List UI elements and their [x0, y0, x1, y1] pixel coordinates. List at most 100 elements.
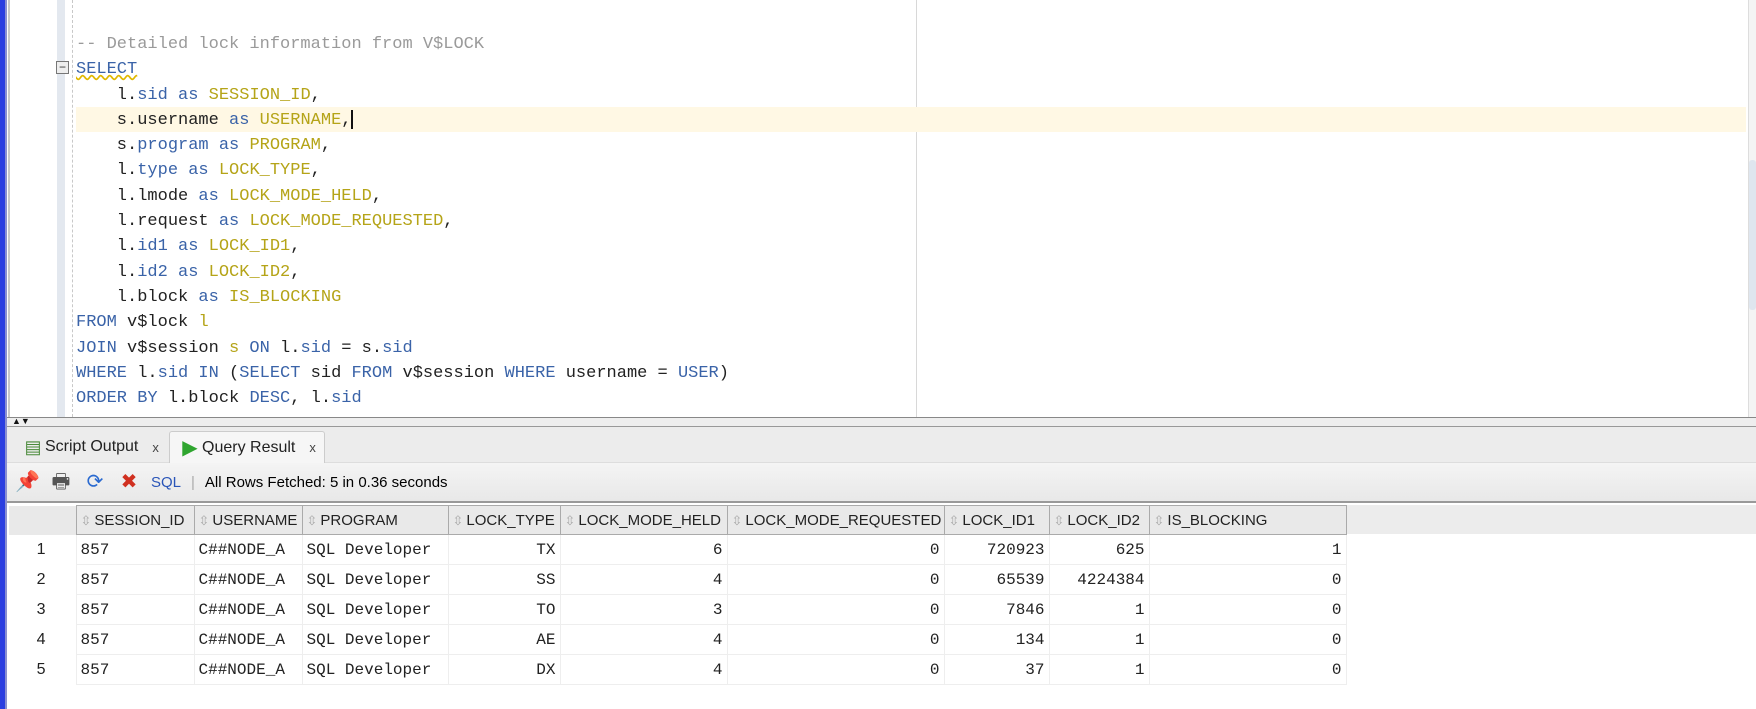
table-cell[interactable]: 65539 — [943, 564, 1050, 595]
row-number[interactable]: 3 — [9, 595, 76, 625]
clear-icon[interactable]: ✖ — [117, 470, 141, 494]
table-cell[interactable]: SQL Developer — [301, 564, 449, 595]
column-header-lock-type[interactable]: ⇳ LOCK_TYPE — [447, 505, 561, 535]
tab-script-output[interactable]: ▤ Script Output x — [13, 431, 167, 463]
column-header-username[interactable]: ⇳ USERNAME — [193, 505, 303, 535]
code-line[interactable]: l.lmode as LOCK_MODE_HELD, — [76, 184, 729, 209]
table-cell[interactable]: DX — [447, 654, 561, 685]
column-header-program[interactable]: ⇳ PROGRAM — [301, 505, 449, 535]
table-row[interactable]: 3 857 C##NODE_A SQL Developer TO 3 0 7846 1 0 — [9, 594, 1347, 625]
table-cell[interactable]: 3 — [559, 594, 728, 625]
code-line[interactable]: JOIN v$session s ON l.sid = s.sid — [76, 336, 729, 361]
code-line[interactable]: l.request as LOCK_MODE_REQUESTED, — [76, 209, 729, 234]
close-tab-icon[interactable]: x — [152, 440, 159, 455]
code-line[interactable]: l.sid as SESSION_ID, — [76, 83, 729, 108]
code-line[interactable]: s.username as USERNAME, — [76, 108, 729, 133]
row-number[interactable]: 1 — [9, 535, 76, 565]
code-line[interactable]: l.id2 as LOCK_ID2, — [76, 260, 729, 285]
close-tab-icon[interactable]: x — [309, 440, 316, 455]
pane-splitter[interactable] — [7, 417, 1756, 427]
table-cell[interactable]: C##NODE_A — [193, 564, 303, 595]
table-cell[interactable]: 0 — [1148, 594, 1347, 625]
sort-icon[interactable]: ⇳ — [732, 513, 743, 528]
row-number[interactable]: 2 — [9, 565, 76, 595]
table-cell[interactable]: 134 — [943, 624, 1050, 655]
table-cell[interactable]: 857 — [75, 534, 195, 565]
code-line[interactable]: FROM v$lock l — [76, 310, 729, 335]
pin-icon[interactable]: 📌 — [15, 470, 40, 494]
column-header-is-blocking[interactable]: ⇳ IS_BLOCKING — [1148, 505, 1347, 535]
table-cell[interactable]: 4224384 — [1048, 564, 1150, 595]
table-cell[interactable]: C##NODE_A — [193, 594, 303, 625]
table-cell[interactable]: 0 — [726, 654, 945, 685]
column-header-lock-id1[interactable]: ⇳ LOCK_ID1 — [943, 505, 1050, 535]
table-cell[interactable]: SQL Developer — [301, 654, 449, 685]
table-cell[interactable]: 1 — [1048, 654, 1150, 685]
table-cell[interactable]: 720923 — [943, 534, 1050, 565]
code-line[interactable]: -- Detailed lock information from V$LOCK — [76, 32, 729, 57]
table-cell[interactable]: 4 — [559, 564, 728, 595]
table-cell[interactable]: C##NODE_A — [193, 654, 303, 685]
table-cell[interactable]: SQL Developer — [301, 594, 449, 625]
table-cell[interactable]: SS — [447, 564, 561, 595]
table-cell[interactable]: 1 — [1148, 534, 1347, 565]
sql-code[interactable]: -- Detailed lock information from V$LOCK… — [76, 32, 729, 411]
splitter-arrows-icon[interactable]: ▲▼ — [12, 416, 30, 426]
sort-icon[interactable]: ⇳ — [949, 513, 960, 528]
table-cell[interactable]: 4 — [559, 654, 728, 685]
sort-icon[interactable]: ⇳ — [81, 513, 92, 528]
sort-icon[interactable]: ⇳ — [1054, 513, 1065, 528]
sort-icon[interactable]: ⇳ — [565, 513, 576, 528]
code-line[interactable]: s.program as PROGRAM, — [76, 133, 729, 158]
table-cell[interactable]: SQL Developer — [301, 624, 449, 655]
result-grid[interactable]: ⇳ SESSION_ID ⇳ USERNAME ⇳ PROGRAM ⇳ LOCK_TYPE ⇳ L… — [9, 505, 1347, 685]
table-cell[interactable]: 6 — [559, 534, 728, 565]
editor-scrollbar-thumb[interactable] — [1749, 160, 1756, 310]
refresh-icon[interactable]: ⟳ — [83, 470, 107, 494]
table-cell[interactable]: 625 — [1048, 534, 1150, 565]
sort-icon[interactable]: ⇳ — [199, 513, 210, 528]
print-icon[interactable]: 🖶 — [49, 470, 73, 494]
table-cell[interactable]: 0 — [726, 624, 945, 655]
sql-button[interactable]: SQL — [151, 474, 181, 491]
table-cell[interactable]: 1 — [1048, 594, 1150, 625]
column-header-lock-id2[interactable]: ⇳ LOCK_ID2 — [1048, 505, 1150, 535]
sort-icon[interactable]: ⇳ — [1154, 513, 1165, 528]
table-cell[interactable]: 7846 — [943, 594, 1050, 625]
table-row[interactable]: 5 857 C##NODE_A SQL Developer DX 4 0 37 1 0 — [9, 654, 1347, 685]
sort-icon[interactable]: ⇳ — [307, 513, 318, 528]
code-line[interactable]: l.id1 as LOCK_ID1, — [76, 234, 729, 259]
table-cell[interactable]: 0 — [1148, 624, 1347, 655]
code-line[interactable]: l.type as LOCK_TYPE, — [76, 158, 729, 183]
row-number[interactable]: 4 — [9, 625, 76, 655]
table-cell[interactable]: 0 — [726, 594, 945, 625]
table-row[interactable]: 4 857 C##NODE_A SQL Developer AE 4 0 134 1 0 — [9, 624, 1347, 655]
table-cell[interactable]: C##NODE_A — [193, 624, 303, 655]
table-cell[interactable]: 0 — [1148, 564, 1347, 595]
code-line[interactable]: l.block as IS_BLOCKING — [76, 285, 729, 310]
sort-icon[interactable]: ⇳ — [453, 513, 464, 528]
column-header-lock-mode-requested[interactable]: ⇳ LOCK_MODE_REQUESTED — [726, 505, 945, 535]
column-header-lock-mode-held[interactable]: ⇳ LOCK_MODE_HELD — [559, 505, 728, 535]
table-cell[interactable]: 0 — [1148, 654, 1347, 685]
table-cell[interactable]: 0 — [726, 534, 945, 565]
table-cell[interactable]: 857 — [75, 594, 195, 625]
code-line[interactable]: ORDER BY l.block DESC, l.sid — [76, 386, 729, 411]
table-cell[interactable]: TO — [447, 594, 561, 625]
row-number[interactable]: 5 — [9, 655, 76, 685]
code-line[interactable]: WHERE l.sid IN (SELECT sid FROM v$sessio… — [76, 361, 729, 386]
table-cell[interactable]: 1 — [1048, 624, 1150, 655]
table-cell[interactable]: 857 — [75, 624, 195, 655]
table-cell[interactable]: 857 — [75, 654, 195, 685]
table-cell[interactable]: TX — [447, 534, 561, 565]
column-header-session-id[interactable]: ⇳ SESSION_ID — [75, 505, 195, 535]
table-cell[interactable]: 4 — [559, 624, 728, 655]
table-row[interactable]: 1 857 C##NODE_A SQL Developer TX 6 0 720923 625 1 — [9, 534, 1347, 565]
table-cell[interactable]: 857 — [75, 564, 195, 595]
table-cell[interactable]: SQL Developer — [301, 534, 449, 565]
table-cell[interactable]: AE — [447, 624, 561, 655]
fold-collapse-icon[interactable]: − — [56, 61, 69, 74]
table-cell[interactable]: 0 — [726, 564, 945, 595]
table-cell[interactable]: 37 — [943, 654, 1050, 685]
table-cell[interactable]: C##NODE_A — [193, 534, 303, 565]
